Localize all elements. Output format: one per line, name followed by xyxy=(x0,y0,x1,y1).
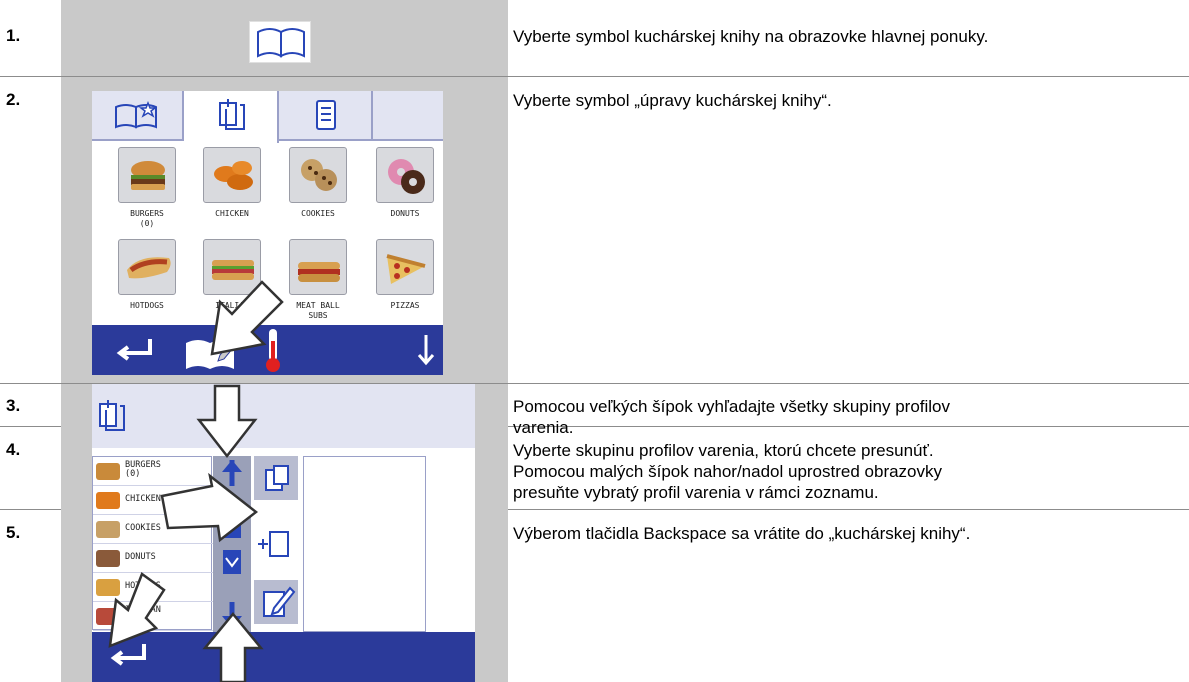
recipe-group-tile[interactable] xyxy=(118,239,176,295)
callout-arrow-icon xyxy=(210,280,284,356)
cookbook-button[interactable] xyxy=(249,21,311,63)
recipe-group-tile[interactable] xyxy=(289,147,347,203)
tab-favorites[interactable] xyxy=(92,91,184,141)
hotdog-icon xyxy=(127,257,171,279)
recipe-group-tile[interactable] xyxy=(376,239,434,295)
recipe-group-label: PIZZAS xyxy=(390,301,420,310)
burger-icon xyxy=(131,161,165,190)
step-number: 2. xyxy=(6,90,21,109)
recipe-group-tile[interactable] xyxy=(376,147,434,203)
step-description: Vyberte symbol kuchárskej knihy na obraz… xyxy=(513,26,1185,47)
tab-recipes-list[interactable] xyxy=(279,91,373,141)
step-description: Vyberte symbol „úpravy kuchárskej knihy“… xyxy=(513,90,1185,111)
chicken-icon xyxy=(96,492,120,509)
recipe-group-label: BURGERS (0) xyxy=(130,209,164,228)
step-number: 3. xyxy=(6,396,21,415)
cookies-icon xyxy=(301,159,337,191)
recipe-group-label: DONUTS xyxy=(390,209,420,218)
callout-arrow-icon xyxy=(196,384,258,459)
step-text-line: varenia. xyxy=(513,418,574,437)
recipe-details-panel xyxy=(303,456,426,632)
recipe-group-label: HOTDOGS xyxy=(130,301,164,310)
step-text-line: Vyberte skupinu profilov varenia, ktorú … xyxy=(513,441,934,460)
tab-bar xyxy=(92,91,443,143)
step-number: 4. xyxy=(6,440,21,459)
step-description: Vyberte skupinu profilov varenia, ktorú … xyxy=(513,440,1185,503)
edit-header xyxy=(92,384,475,448)
step-text-line: Pomocou veľkých šípok vyhľadajte všetky … xyxy=(513,397,951,416)
recipe-group-label: CHICKEN xyxy=(215,209,249,218)
pizza-icon xyxy=(386,254,426,284)
step-text-line: presuňte vybratý profil varenia v rámci … xyxy=(513,483,879,502)
callout-arrow-icon xyxy=(160,472,259,543)
step-text: Výberom tlačidla Backspace sa vrátite do… xyxy=(513,524,971,543)
callout-arrow-icon xyxy=(108,572,166,648)
donuts-icon xyxy=(96,550,120,567)
burger-icon xyxy=(96,463,120,480)
recipe-cards-icon xyxy=(99,400,125,431)
step-text: Vyberte symbol kuchárskej knihy na obraz… xyxy=(513,27,989,46)
recipe-group-label: COOKIES xyxy=(301,209,335,218)
chicken-icon xyxy=(214,161,253,190)
step-number: 5. xyxy=(6,523,21,542)
document-list-icon xyxy=(316,100,336,130)
open-book-icon xyxy=(257,28,305,58)
back-arrow-icon[interactable] xyxy=(110,325,160,375)
recipe-group-tile[interactable] xyxy=(118,147,176,203)
scroll-down-icon[interactable] xyxy=(411,325,441,375)
step-text-line: Pomocou malých šípok nahor/nadol uprostr… xyxy=(513,462,943,481)
step-number: 1. xyxy=(6,26,21,45)
recipe-cards-icon xyxy=(219,99,245,130)
book-star-icon xyxy=(115,100,158,129)
step-text: Vyberte symbol „úpravy kuchárskej knihy“… xyxy=(513,91,832,110)
tab-cookbook[interactable] xyxy=(184,91,279,143)
step-description: Výberom tlačidla Backspace sa vrátite do… xyxy=(513,523,1185,544)
cookies-icon xyxy=(96,521,120,538)
callout-arrow-icon xyxy=(202,612,264,682)
step-description: Pomocou veľkých šípok vyhľadajte všetky … xyxy=(513,396,1185,438)
recipe-group-tile[interactable] xyxy=(203,147,261,203)
donuts-icon xyxy=(388,159,425,194)
